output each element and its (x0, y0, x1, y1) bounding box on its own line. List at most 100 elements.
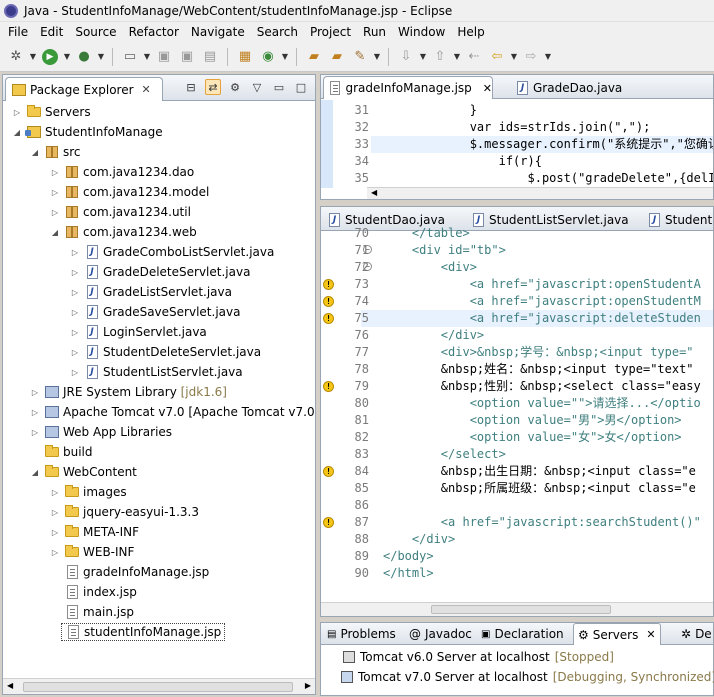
scrollbar-thumb[interactable] (431, 605, 611, 614)
minimize-icon[interactable]: ▭ (271, 79, 287, 95)
tab-problems[interactable]: ▤ Problems (323, 623, 400, 645)
save-all-icon[interactable]: ▣ (177, 47, 197, 67)
open-resource-icon[interactable]: ▰ (327, 47, 347, 67)
scrollbar-thumb[interactable] (23, 682, 293, 692)
expand-arrow-icon[interactable]: ▷ (69, 248, 81, 257)
chevron-down-icon[interactable]: ▼ (281, 47, 289, 67)
tree-item-servers[interactable]: ▷ Servers (11, 102, 91, 122)
menu-search[interactable]: Search (251, 22, 304, 42)
debug-icon[interactable]: ✲ (6, 47, 26, 67)
expand-arrow-icon[interactable]: ▷ (49, 488, 61, 497)
view-menu-icon[interactable]: ▽ (249, 79, 265, 95)
next-annotation-icon[interactable]: ⇩ (396, 47, 416, 67)
expand-arrow-icon[interactable]: ▷ (29, 388, 41, 397)
new-java-class-icon[interactable]: ◉ (258, 47, 278, 67)
chevron-down-icon[interactable]: ▼ (544, 47, 552, 67)
tab-servers[interactable]: ⚙ Servers ✕ (573, 623, 661, 645)
tree-item-java-file[interactable]: ▷ J GradeSaveServlet.java (69, 302, 240, 322)
search-icon[interactable]: ✎ (350, 47, 370, 67)
collapse-arrow-icon[interactable]: ◢ (49, 228, 61, 237)
filter-icon[interactable]: ⚙ (227, 79, 243, 95)
scroll-left-icon[interactable]: ◀ (371, 188, 377, 197)
expand-arrow-icon[interactable]: ▷ (69, 268, 81, 277)
tree-item-meta-inf[interactable]: ▷ META-INF (49, 522, 139, 542)
expand-arrow-icon[interactable]: ▷ (49, 548, 61, 557)
menu-navigate[interactable]: Navigate (185, 22, 251, 42)
tree-item-java-file[interactable]: ▷ J StudentDeleteServlet.java (69, 342, 261, 362)
tab-javadoc[interactable]: @ Javadoc (405, 623, 476, 645)
menu-source[interactable]: Source (69, 22, 122, 42)
server-row[interactable]: Tomcat v7.0 Server at localhost [Debuggi… (341, 668, 714, 686)
forward-icon[interactable]: ⇨ (521, 47, 541, 67)
tree-item-web-app-libraries[interactable]: ▷ Web App Libraries (29, 422, 172, 442)
horizontal-scrollbar[interactable]: ◀ ▶ (3, 678, 315, 694)
previous-annotation-icon[interactable]: ⇧ (430, 47, 450, 67)
tree-item-jre-library[interactable]: ▷ JRE System Library [jdk1.6] (29, 382, 227, 402)
collapse-all-icon[interactable]: ⊟ (183, 79, 199, 95)
tree-item-jquery-easyui[interactable]: ▷ jquery-easyui-1.3.3 (49, 502, 199, 522)
tree-item-tomcat-library[interactable]: ▷ Apache Tomcat v7.0 [Apache Tomcat v7.0] (29, 402, 315, 422)
expand-arrow-icon[interactable]: ▷ (49, 528, 61, 537)
close-icon[interactable]: ✕ (483, 82, 492, 95)
tree-item-package-web[interactable]: ◢ com.java1234.web (49, 222, 197, 242)
menu-project[interactable]: Project (304, 22, 357, 42)
tree-item-java-file[interactable]: ▷ J GradeComboListServlet.java (69, 242, 274, 262)
chevron-down-icon[interactable]: ▼ (453, 47, 461, 67)
expand-arrow-icon[interactable]: ▷ (49, 168, 61, 177)
chevron-down-icon[interactable]: ▼ (29, 47, 37, 67)
expand-arrow-icon[interactable]: ▷ (69, 288, 81, 297)
tab-package-explorer[interactable]: Package Explorer ✕ (5, 77, 163, 101)
tree-item-src[interactable]: ◢ src (29, 142, 81, 162)
tree-item-images[interactable]: ▷ images (49, 482, 127, 502)
chevron-down-icon[interactable]: ▼ (373, 47, 381, 67)
tree-item-jsp-file[interactable]: gradeInfoManage.jsp (49, 562, 209, 582)
tree-item-jsp-file[interactable]: main.jsp (49, 602, 134, 622)
tree-item-package-util[interactable]: ▷ com.java1234.util (49, 202, 191, 222)
expand-arrow-icon[interactable]: ▷ (49, 208, 61, 217)
expand-arrow-icon[interactable]: ▷ (69, 308, 81, 317)
menu-edit[interactable]: Edit (34, 22, 69, 42)
chevron-down-icon[interactable]: ▼ (63, 47, 71, 67)
tab-declaration[interactable]: ▣ Declaration (477, 623, 568, 645)
maximize-icon[interactable]: □ (293, 79, 309, 95)
scroll-right-icon[interactable]: ▶ (305, 681, 311, 690)
menu-file[interactable]: File (2, 22, 34, 42)
tab-debug[interactable]: ✲ De (677, 623, 714, 645)
tree-item-jsp-file[interactable]: index.jsp (49, 582, 137, 602)
horizontal-scrollbar[interactable]: ◀ (367, 187, 713, 199)
collapse-arrow-icon[interactable]: ◢ (29, 148, 41, 157)
expand-arrow-icon[interactable]: ▷ (11, 108, 23, 117)
scroll-left-icon[interactable]: ◀ (7, 681, 13, 690)
close-icon[interactable]: ✕ (142, 83, 151, 96)
menu-run[interactable]: Run (357, 22, 392, 42)
save-icon[interactable]: ▣ (154, 47, 174, 67)
tree-item-build[interactable]: build (29, 442, 93, 462)
new-java-package-icon[interactable]: ▦ (235, 47, 255, 67)
horizontal-scrollbar[interactable] (321, 602, 713, 616)
expand-arrow-icon[interactable]: ▷ (29, 408, 41, 417)
expand-arrow-icon[interactable]: ▷ (69, 328, 81, 337)
tab-gradedao-java[interactable]: J GradeDao.java (511, 76, 622, 99)
chevron-down-icon[interactable]: ▼ (97, 47, 105, 67)
menu-help[interactable]: Help (451, 22, 490, 42)
collapse-arrow-icon[interactable]: ◢ (11, 128, 23, 137)
link-with-editor-icon[interactable]: ⇄ (205, 79, 221, 95)
tree-item-studentinfomanage[interactable]: ◢ StudentInfoManage (11, 122, 163, 142)
collapse-arrow-icon[interactable]: ◢ (29, 468, 41, 477)
tree-item-webcontent[interactable]: ◢ WebContent (29, 462, 137, 482)
back-icon[interactable]: ⇦ (487, 47, 507, 67)
external-tools-icon[interactable]: ● (74, 47, 94, 67)
tree-item-java-file[interactable]: ▷ J LoginServlet.java (69, 322, 207, 342)
expand-arrow-icon[interactable]: ▷ (49, 508, 61, 517)
print-icon[interactable]: ▤ (200, 47, 220, 67)
chevron-down-icon[interactable]: ▼ (510, 47, 518, 67)
tree-item-java-file[interactable]: ▷ J StudentListServlet.java (69, 362, 243, 382)
run-icon[interactable]: ▶ (40, 47, 60, 67)
chevron-down-icon[interactable]: ▼ (419, 47, 427, 67)
expand-arrow-icon[interactable]: ▷ (69, 368, 81, 377)
tree-item-web-inf[interactable]: ▷ WEB-INF (49, 542, 134, 562)
menu-refactor[interactable]: Refactor (123, 22, 185, 42)
tree-item-package-dao[interactable]: ▷ com.java1234.dao (49, 162, 194, 182)
chevron-down-icon[interactable]: ▼ (143, 47, 151, 67)
new-icon[interactable]: ▭ (120, 47, 140, 67)
